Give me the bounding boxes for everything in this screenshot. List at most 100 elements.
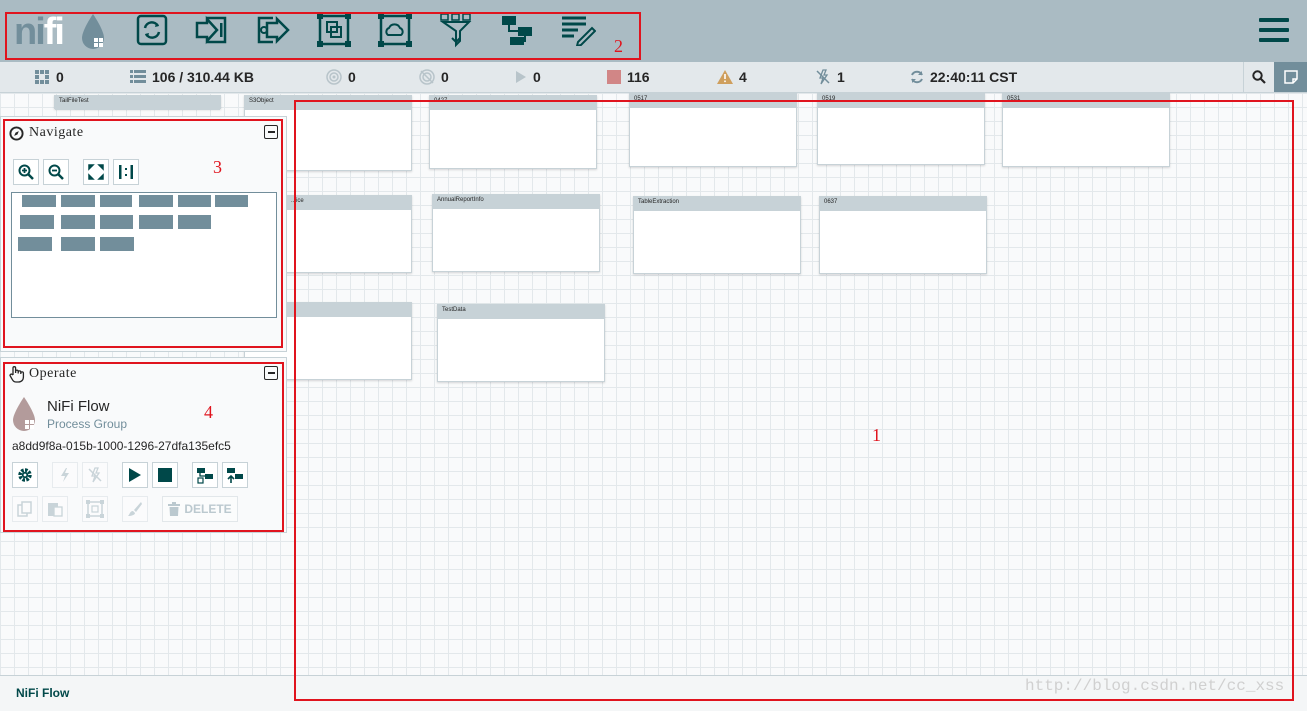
birdseye-group <box>139 195 173 207</box>
process-group-box[interactable]: TestData <box>437 304 605 382</box>
start-play-icon[interactable] <box>122 462 148 488</box>
zoom-in-icon[interactable] <box>13 159 39 185</box>
search-icon[interactable] <box>1243 62 1274 92</box>
input-port-icon[interactable] <box>194 12 230 48</box>
active-threads-count: 0 <box>56 69 64 85</box>
hamburger-menu-icon[interactable] <box>1259 18 1289 44</box>
stopped-count: 116 <box>627 69 650 85</box>
configure-gear-icon[interactable] <box>12 462 38 488</box>
refresh-icon <box>911 70 923 84</box>
process-group-box[interactable]: 0517 <box>629 93 797 167</box>
birdseye-group <box>61 237 95 251</box>
output-port-icon[interactable] <box>255 12 291 48</box>
birdseye-group <box>18 237 52 251</box>
process-group-name: TestData <box>438 305 604 319</box>
process-group-icon[interactable] <box>316 12 352 48</box>
process-group-box[interactable]: 0519 <box>817 93 985 165</box>
birdseye-group <box>178 195 211 207</box>
process-group-drop-icon <box>13 397 35 431</box>
birdseye-view[interactable] <box>11 192 277 318</box>
enable-bolt-icon[interactable] <box>52 462 78 488</box>
processor-icon[interactable] <box>134 12 170 48</box>
paste-icon[interactable] <box>42 496 68 522</box>
not-transmitting-icon <box>419 69 435 85</box>
navigate-title: Navigate <box>29 125 84 140</box>
operate-title: Operate <box>29 366 77 381</box>
annotation-number-4: 4 <box>204 402 213 422</box>
process-group-name: 0637 <box>820 197 986 211</box>
breadcrumb-root[interactable]: NiFi Flow <box>16 686 69 700</box>
process-group-name: 0427 <box>430 96 596 110</box>
process-group-name: 0517 <box>630 94 796 108</box>
stop-icon[interactable] <box>152 462 178 488</box>
navigate-panel: Navigate <box>0 116 287 352</box>
collapse-operate-button[interactable] <box>264 366 278 380</box>
funnel-icon[interactable] <box>438 12 474 48</box>
stop-icon <box>607 70 621 84</box>
queued-stat: 106 / 310.44 KB <box>130 69 254 85</box>
process-group-box[interactable]: 0531 <box>1002 93 1170 167</box>
process-group-box[interactable]: TailFileTest <box>54 95 221 110</box>
watermark-text: http://blog.csdn.net/cc_xss <box>1025 677 1285 695</box>
actual-size-icon[interactable] <box>113 159 139 185</box>
stopped-stat: 116 <box>607 69 650 85</box>
threads-icon <box>35 70 49 84</box>
disable-icon[interactable] <box>82 462 108 488</box>
group-icon[interactable] <box>82 496 108 522</box>
process-group-box[interactable]: 0427 <box>429 95 597 169</box>
logo-prefix: ni <box>14 11 46 53</box>
top-toolbar: nifi <box>0 0 1307 62</box>
delete-button[interactable]: DELETE <box>162 496 238 522</box>
invalid-stat: 4 <box>717 69 747 85</box>
play-icon <box>516 71 526 83</box>
operate-panel: Operate NiFi Flow Process Group a8dd9f8a… <box>0 357 287 533</box>
hand-pointer-icon <box>9 366 25 383</box>
disabled-icon <box>816 69 830 85</box>
create-template-icon[interactable] <box>192 462 218 488</box>
selection-type: Process Group <box>47 417 128 431</box>
process-group-box[interactable]: AnnualReportInfo <box>432 194 600 272</box>
label-icon[interactable] <box>560 12 596 48</box>
not-transmitting-stat: 0 <box>419 69 449 85</box>
invalid-count: 4 <box>739 69 747 85</box>
process-group-name: 0519 <box>818 94 984 108</box>
birdseye-group <box>61 215 95 229</box>
queued-value: 106 / 310.44 KB <box>152 69 254 85</box>
active-threads-stat: 0 <box>34 69 64 85</box>
selection-name: NiFi Flow <box>47 398 110 415</box>
trash-icon <box>168 502 181 516</box>
remote-process-group-icon[interactable] <box>377 12 413 48</box>
annotation-number-2: 2 <box>614 36 623 56</box>
template-icon[interactable] <box>499 12 535 48</box>
zoom-out-icon[interactable] <box>43 159 69 185</box>
not-transmitting-count: 0 <box>441 69 449 85</box>
last-refresh-time: 22:40:11 CST <box>930 69 1018 85</box>
transmitting-icon <box>326 69 342 85</box>
process-group-box[interactable]: TableExtraction <box>633 196 801 274</box>
running-count: 0 <box>533 69 541 85</box>
birdseye-group <box>22 195 56 207</box>
collapse-navigate-button[interactable] <box>264 125 278 139</box>
annotation-number-3: 3 <box>213 157 222 177</box>
process-group-name: TailFileTest <box>55 96 220 110</box>
annotation-number-1: 1 <box>872 425 881 445</box>
fit-icon[interactable] <box>83 159 109 185</box>
birdseye-group <box>100 215 133 229</box>
selection-id: a8dd9f8a-015b-1000-1296-27dfa135efc5 <box>12 439 231 453</box>
queue-list-icon <box>130 70 146 83</box>
birdseye-group <box>178 215 211 229</box>
birdseye-group <box>215 195 248 207</box>
nifi-logo: nifi <box>14 11 65 53</box>
birdseye-group <box>100 237 134 251</box>
birdseye-group <box>100 195 132 207</box>
color-brush-icon[interactable] <box>122 496 148 522</box>
upload-template-icon[interactable] <box>222 462 248 488</box>
compass-icon <box>9 126 24 141</box>
process-group-box[interactable]: 0637 <box>819 196 987 274</box>
birdseye-group <box>61 195 95 207</box>
copy-icon[interactable] <box>12 496 38 522</box>
warning-icon <box>717 70 733 84</box>
bulletin-board-icon[interactable] <box>1274 62 1307 92</box>
nifi-drop-logo-icon <box>82 14 104 49</box>
last-refresh-stat: 22:40:11 CST <box>910 69 1017 85</box>
